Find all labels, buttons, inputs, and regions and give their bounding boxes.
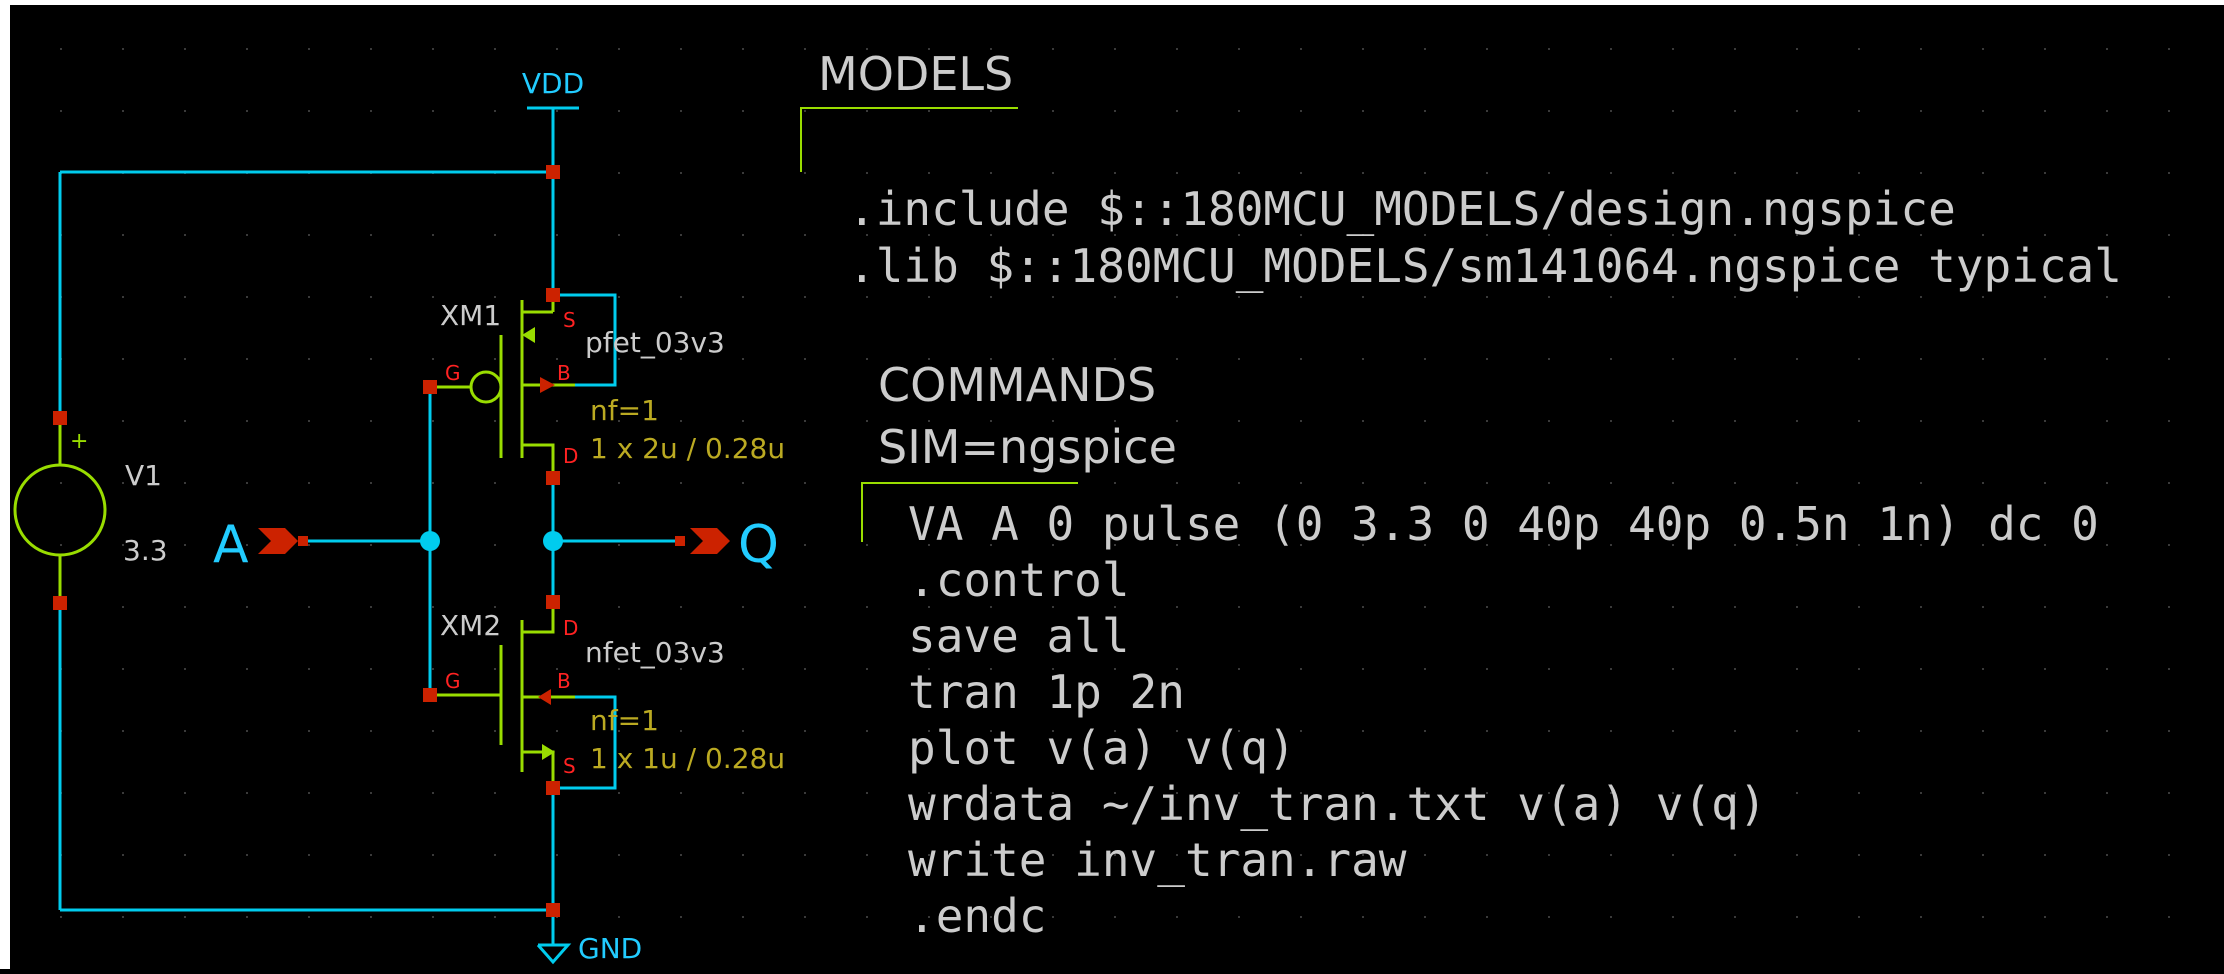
commands-title: COMMANDS [878,358,1156,412]
nmos-pin-d: D [563,616,578,640]
pmos-pin-d: D [563,444,578,468]
command-line-3: tran 1p 2n [908,665,1185,719]
schematic-canvas[interactable]: VDD GND + V1 3.3 XM1 pfet_03v3 nf=1 1 x … [0,0,2224,969]
command-line-7: .endc [908,889,1046,943]
pin-nmos-s[interactable] [546,781,560,795]
pin-port-a[interactable] [298,536,308,546]
pmos-model: pfet_03v3 [585,326,725,359]
pmos-size: 1 x 2u / 0.28u [590,432,785,465]
pmos-instance: XM1 [440,299,501,332]
pmos-nf: nf=1 [590,394,659,427]
models-line-1: .lib $::180MCU_MODELS/sm141064.ngspice t… [848,239,2122,293]
command-line-5: wrdata ~/inv_tran.txt v(a) v(q) [908,777,1767,831]
output-port-q[interactable]: Q [738,515,779,575]
frame-top [0,0,2224,5]
pin-pmos-s[interactable] [546,288,560,302]
pin-v1-plus[interactable] [53,411,67,425]
source-value: 3.3 [123,534,168,567]
input-port-a[interactable]: A [213,515,249,575]
pin-pmos-g[interactable] [423,380,437,394]
pmos-pin-s: S [563,308,576,332]
pin-pmos-d[interactable] [546,471,560,485]
pmos-pin-b: B [557,361,571,385]
frame-left [0,0,10,969]
source-name: V1 [125,459,162,492]
junction-drain [543,531,563,551]
commands-sim: SIM=ngspice [878,420,1177,474]
command-line-1: .control [908,553,1130,607]
command-line-2: save all [908,609,1130,663]
command-line-0: VA A 0 pulse (0 3.3 0 40p 40p 0.5n 1n) d… [908,497,2099,551]
source-plus-sign: + [70,429,88,454]
nmos-model: nfet_03v3 [585,636,725,669]
nmos-pin-b: B [557,669,571,693]
nmos-instance: XM2 [440,609,501,642]
pin-gnd[interactable] [546,903,560,917]
junction-gate [420,531,440,551]
command-line-6: write inv_tran.raw [908,833,1407,887]
nmos-nf: nf=1 [590,704,659,737]
pin-port-q[interactable] [675,536,685,546]
nmos-size: 1 x 1u / 0.28u [590,742,785,775]
pmos-pin-g: G [445,361,461,385]
pin-v1-minus[interactable] [53,596,67,610]
schematic-svg: VDD GND + V1 3.3 XM1 pfet_03v3 nf=1 1 x … [0,0,2224,969]
command-line-4: plot v(a) v(q) [908,721,1296,775]
nmos-pin-s: S [563,754,576,778]
models-title: MODELS [818,47,1013,101]
pin-nmos-g[interactable] [423,688,437,702]
pin-nmos-d[interactable] [546,595,560,609]
pin-vdd[interactable] [546,165,560,179]
vdd-label: VDD [522,67,584,100]
gnd-label: GND [578,932,642,965]
models-line-0: .include $::180MCU_MODELS/design.ngspice [848,182,1956,236]
nmos-pin-g: G [445,669,461,693]
